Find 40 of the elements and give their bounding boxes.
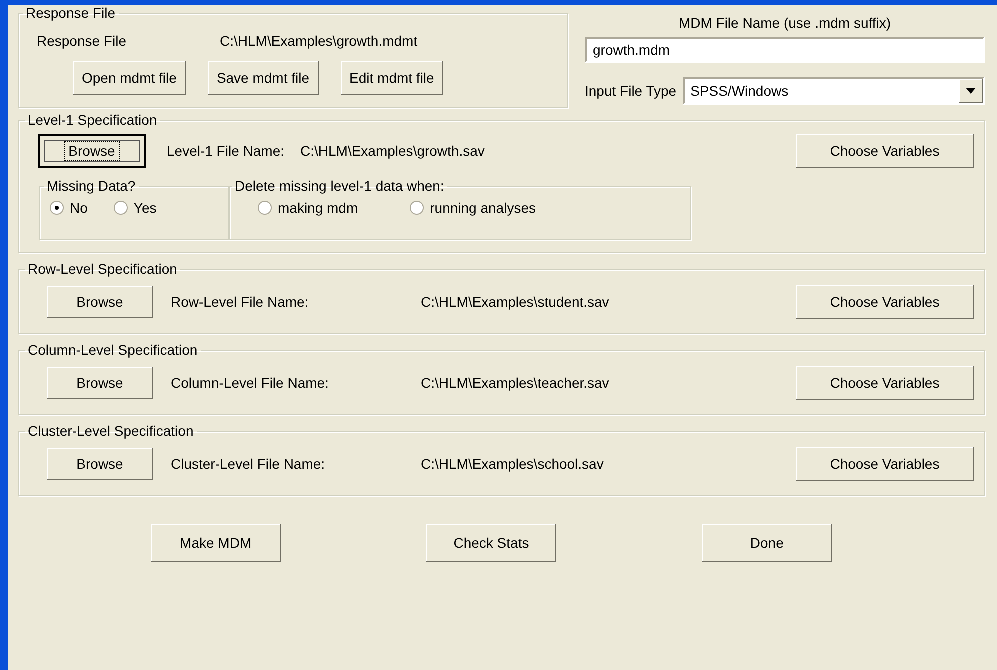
file-type-dropdown[interactable]: SPSS/Windows <box>682 77 985 105</box>
choose-variables-button[interactable]: Choose Variables <box>796 285 974 319</box>
choose-variables-button[interactable]: Choose Variables <box>796 447 974 481</box>
action-button[interactable]: Check Stats <box>426 524 556 562</box>
group-title: Delete missing level-1 data when: <box>234 178 446 194</box>
field-label: Cluster-Level File Name: <box>171 456 326 472</box>
browse-button[interactable]: Browse <box>47 367 153 399</box>
file-button[interactable]: Edit mdmt file <box>340 61 444 95</box>
radio-option[interactable]: No <box>50 200 88 216</box>
radio-option[interactable]: making mdm <box>258 200 358 216</box>
browse-button[interactable]: Browse <box>39 135 145 167</box>
browse-button[interactable]: Browse <box>47 286 153 318</box>
field-label: MDM File Name (use .mdm suffix) <box>678 15 892 31</box>
file-path: C:\HLM\Examples\growth.mdmt <box>220 33 418 49</box>
file-button[interactable]: Open mdmt file <box>73 61 186 95</box>
action-button[interactable]: Done <box>702 524 832 562</box>
group-title: Row-Level Specification <box>27 261 178 277</box>
group-title: Column-Level Specification <box>27 342 199 358</box>
file-path: C:\HLM\Examples\growth.sav <box>300 143 486 159</box>
radio-option[interactable]: Yes <box>114 200 157 216</box>
choose-variables-button[interactable]: Choose Variables <box>796 366 974 400</box>
dropdown-arrow-icon <box>966 88 976 94</box>
group-title: Response File <box>25 5 116 21</box>
field-label: Row-Level File Name: <box>171 294 310 310</box>
field-label: Response File <box>37 33 128 49</box>
field-label: Level-1 File Name: <box>167 143 284 159</box>
group-title: Missing Data? <box>46 178 137 194</box>
group-title: Cluster-Level Specification <box>27 423 195 439</box>
file-path: C:\HLM\Examples\student.sav <box>421 294 610 310</box>
group-title: Level-1 Specification <box>27 112 158 128</box>
choose-variables-button[interactable]: Choose Variables <box>796 134 974 168</box>
radio-option[interactable]: running analyses <box>410 200 536 216</box>
file-path: C:\HLM\Examples\teacher.sav <box>421 375 610 391</box>
file-button[interactable]: Save mdmt file <box>208 61 319 95</box>
action-button[interactable]: Make MDM <box>150 524 281 562</box>
mdm-file-name-field[interactable]: growth.mdm <box>585 37 985 63</box>
file-path: C:\HLM\Examples\school.sav <box>421 456 605 472</box>
browse-button[interactable]: Browse <box>47 448 153 480</box>
field-label: Column-Level File Name: <box>171 375 330 391</box>
field-label: Input File Type <box>585 83 677 99</box>
